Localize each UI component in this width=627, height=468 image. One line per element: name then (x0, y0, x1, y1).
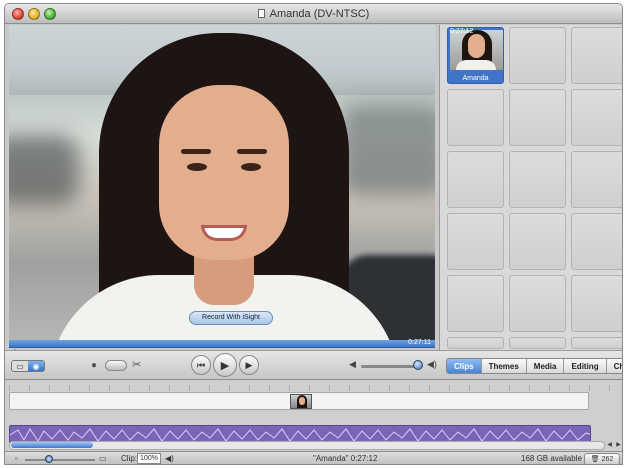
clip-volume-icon: ◀) (165, 454, 174, 463)
project-info: "Amanda" 0:27:12 (313, 454, 378, 463)
empty-clip-slot[interactable] (509, 27, 566, 84)
scrubber-bar[interactable]: 0:27:11 (9, 339, 435, 348)
video-viewer[interactable]: Record With iSight (9, 25, 435, 342)
empty-clip-slot[interactable] (447, 151, 504, 208)
video-track[interactable] (9, 392, 589, 410)
timeline-scroll-thumb[interactable] (11, 442, 93, 448)
zoom-slider-knob[interactable] (45, 455, 53, 463)
clips-pane: 0:27:12 Amanda (439, 25, 622, 350)
scroll-right-icon[interactable]: ▶ (614, 441, 622, 450)
empty-clip-slot[interactable] (447, 89, 504, 146)
scroll-left-icon[interactable]: ◀ (605, 441, 614, 450)
empty-clip-slot[interactable] (571, 337, 622, 349)
tab-editing[interactable]: Editing (564, 359, 607, 373)
scrubber-timecode: 0:27:11 (408, 339, 431, 346)
zoom-in-icon[interactable]: ▭ (99, 454, 107, 463)
tab-themes[interactable]: Themes (482, 359, 527, 373)
background-blur (9, 135, 79, 205)
play-icon: ▶ (220, 359, 230, 372)
timeline-ruler[interactable] (9, 385, 620, 391)
clip-view-icon[interactable]: ▭ (12, 361, 28, 371)
timeline-view-icon[interactable]: ◉ (28, 361, 44, 371)
zoom-out-icon[interactable]: ▫ (15, 454, 18, 463)
camera-icon: ● (91, 360, 98, 371)
tab-clips[interactable]: Clips (447, 359, 482, 373)
timeline[interactable]: ◀ ▶ (5, 381, 622, 451)
clip-duration: 0:27:12 (450, 28, 474, 35)
play-button[interactable]: ▶ (213, 353, 237, 377)
empty-clip-slot[interactable] (571, 27, 622, 84)
empty-clip-slot[interactable] (509, 275, 566, 332)
thumb-face (468, 34, 485, 58)
play-fullscreen-button[interactable]: ▶ (239, 355, 259, 375)
empty-clip-slot[interactable] (571, 151, 622, 208)
empty-clip-slot[interactable] (447, 275, 504, 332)
trash-button[interactable]: 🗑 262 MB (584, 453, 620, 464)
video-track-clip[interactable] (290, 394, 312, 409)
clip-thumbnail[interactable]: 0:27:12 Amanda (447, 27, 504, 84)
scroll-arrows[interactable]: ◀ ▶ (605, 441, 622, 450)
window-title-wrap: Amanda (DV-NTSC) (5, 8, 622, 20)
volume-slider-knob[interactable] (413, 360, 423, 370)
empty-clip-slot[interactable] (509, 89, 566, 146)
zoom-slider-track[interactable] (25, 459, 95, 461)
trash-size: 262 MB (601, 456, 614, 463)
control-bar: ▭ ◉ ● ✂ ⏮ ▶ ▶ ◀ ◀) Clips Themes Media Ed… (5, 350, 622, 380)
subject-eye (241, 163, 261, 171)
subject-eye (187, 163, 207, 171)
volume-high-icon: ◀) (427, 359, 437, 369)
empty-clip-slot[interactable] (509, 213, 566, 270)
volume-low-icon: ◀ (349, 359, 356, 369)
clip-thumbnail-image (450, 30, 503, 70)
tab-media[interactable]: Media (527, 359, 565, 373)
background-blur (339, 105, 435, 195)
volume-slider-track[interactable] (361, 365, 421, 368)
subject-mouth (201, 225, 247, 241)
document-icon (257, 9, 265, 18)
subject-brow (181, 149, 211, 154)
track-clip-face (299, 397, 305, 405)
record-with-isight-button[interactable]: Record With iSight (189, 311, 273, 325)
subject-face (159, 85, 289, 260)
scissors-icon: ✂ (132, 359, 142, 371)
pane-tabs: Clips Themes Media Editing Chapters (446, 358, 622, 374)
camera-edit-switch[interactable] (105, 360, 127, 371)
empty-clip-slot[interactable] (509, 151, 566, 208)
title-bar: Amanda (DV-NTSC) (5, 4, 622, 24)
empty-clip-slot[interactable] (447, 337, 504, 349)
timeline-scrollbar[interactable] (9, 441, 605, 450)
clip-volume-label: Clip: (121, 454, 138, 463)
disk-available: 168 GB available (521, 454, 582, 463)
rewind-icon: ⏮ (196, 359, 206, 370)
rewind-button[interactable]: ⏮ (191, 355, 211, 375)
empty-clip-slot[interactable] (447, 213, 504, 270)
empty-clip-slot[interactable] (571, 275, 622, 332)
clip-volume-field[interactable]: 100% (137, 453, 161, 464)
tab-chapters[interactable]: Chapters (607, 359, 622, 373)
imovie-window: Amanda (DV-NTSC) Record With iSight 0:27… (4, 3, 623, 465)
edit-mode-toggle[interactable]: ▭ ◉ (11, 360, 45, 372)
empty-clip-slot[interactable] (571, 213, 622, 270)
fullscreen-play-icon: ▶ (245, 359, 253, 370)
window-title: Amanda (DV-NTSC) (269, 8, 370, 20)
trash-icon: 🗑 (590, 456, 600, 463)
empty-clip-slot[interactable] (509, 337, 566, 349)
thumb-shirt (456, 60, 496, 70)
clip-name: Amanda (462, 75, 489, 82)
status-bar: ▫ ▭ Clip: 100% ◀) "Amanda" 0:27:12 168 G… (5, 451, 622, 464)
subject-brow (237, 149, 267, 154)
empty-clip-slot[interactable] (571, 89, 622, 146)
